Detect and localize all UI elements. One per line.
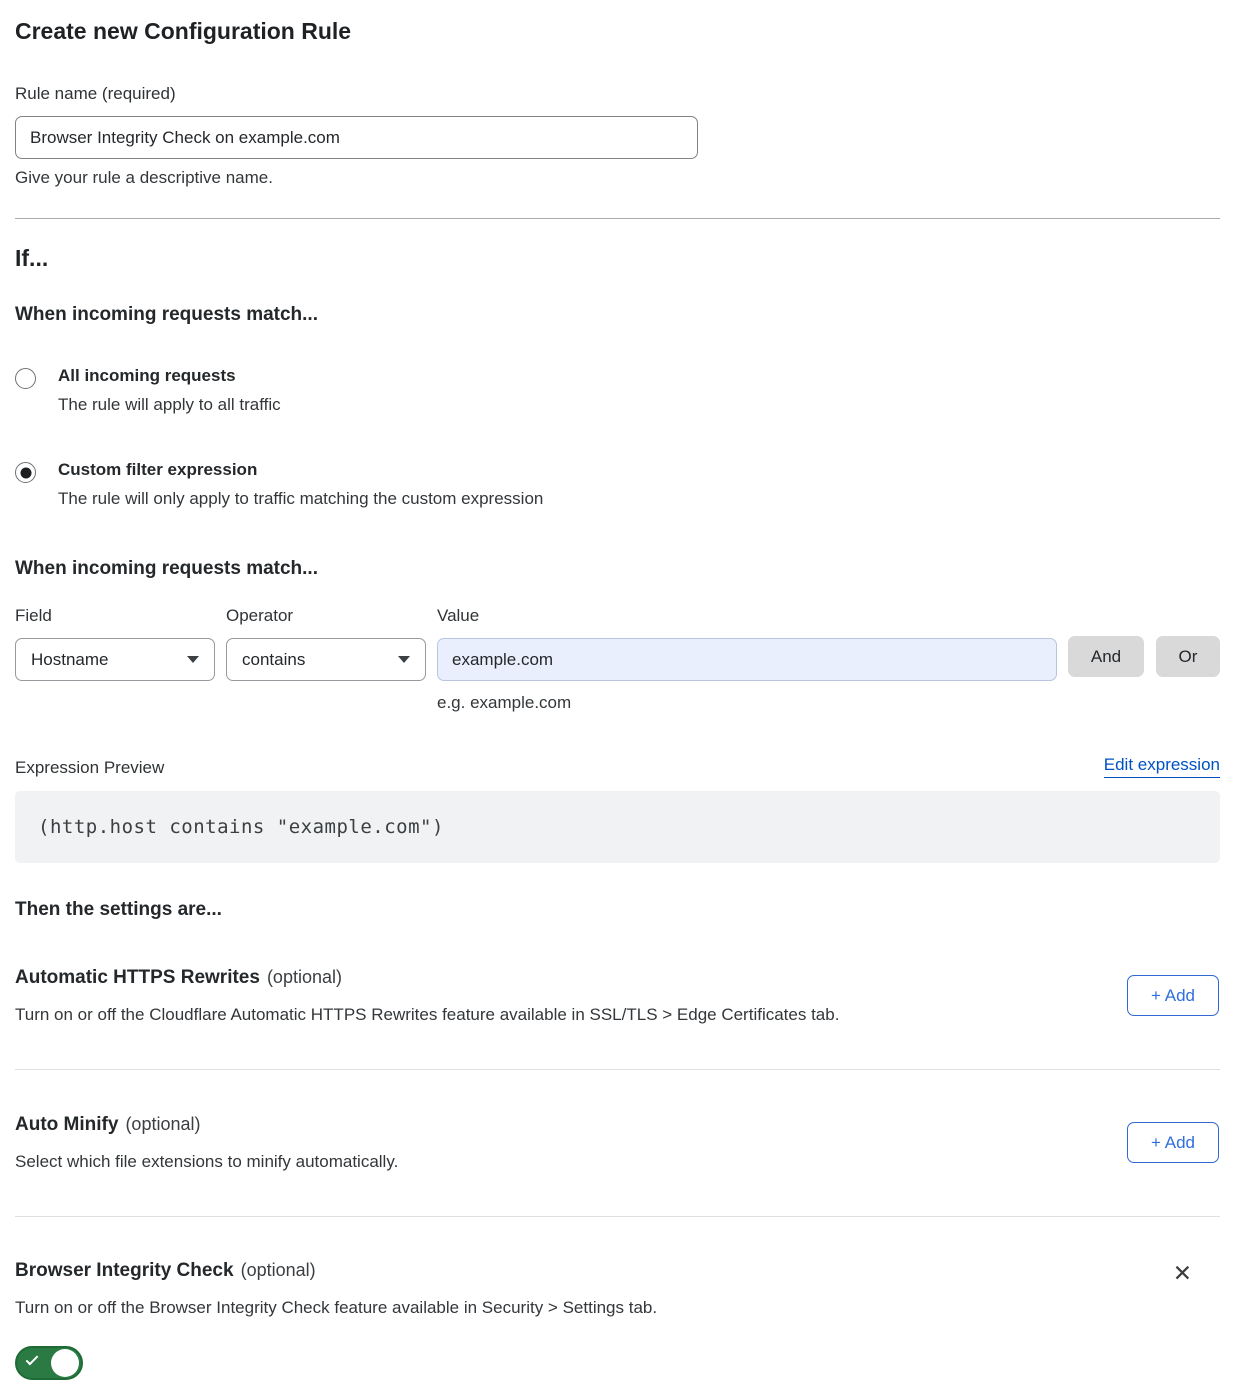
rule-name-label: Rule name (required) <box>15 84 1220 104</box>
edit-expression-link[interactable]: Edit expression <box>1104 755 1220 778</box>
field-select[interactable]: Hostname <box>15 638 215 681</box>
toggle-knob <box>51 1349 79 1377</box>
rule-name-help: Give your rule a descriptive name. <box>15 168 1220 188</box>
expression-preview-code: (http.host contains "example.com") <box>15 791 1220 863</box>
operator-select[interactable]: contains <box>226 638 426 681</box>
radio-option-label: Custom filter expression <box>58 460 543 480</box>
setting-optional-tag: (optional) <box>267 967 342 988</box>
radio-option-description: The rule will apply to all traffic <box>58 395 281 415</box>
value-hint: e.g. example.com <box>437 693 1057 713</box>
or-button[interactable]: Or <box>1156 636 1220 677</box>
and-column: And <box>1068 606 1144 677</box>
page-title: Create new Configuration Rule <box>15 18 1220 45</box>
if-heading: If... <box>15 245 1220 272</box>
radio-option-custom-filter[interactable]: Custom filter expression The rule will o… <box>15 460 1220 509</box>
operator-label: Operator <box>226 606 426 626</box>
value-label: Value <box>437 606 1057 626</box>
chevron-down-icon <box>187 656 199 663</box>
setting-auto-minify: Auto Minify (optional) Select which file… <box>15 1114 1220 1217</box>
operator-select-value: contains <box>242 650 305 670</box>
section-divider <box>15 218 1220 219</box>
expression-code-text: (http.host contains "example.com") <box>38 816 444 838</box>
or-column: Or <box>1155 606 1220 677</box>
value-input[interactable] <box>437 638 1057 681</box>
setting-browser-integrity-check: Browser Integrity Check (optional) ✕ Tur… <box>15 1260 1220 1385</box>
checkmark-icon <box>26 1353 39 1366</box>
field-label: Field <box>15 606 215 626</box>
create-configuration-rule-page: Create new Configuration Rule Rule name … <box>0 0 1237 1385</box>
radio-option-all-requests[interactable]: All incoming requests The rule will appl… <box>15 366 1220 415</box>
radio-option-description: The rule will only apply to traffic matc… <box>58 489 543 509</box>
radio-option-texts: All incoming requests The rule will appl… <box>58 366 281 415</box>
settings-heading: Then the settings are... <box>15 899 1220 921</box>
expression-preview-row: Expression Preview Edit expression <box>15 755 1220 778</box>
radio-button-selected[interactable] <box>15 462 36 483</box>
setting-title: Auto Minify <box>15 1114 118 1136</box>
expression-preview-label: Expression Preview <box>15 758 164 778</box>
value-column: Value e.g. example.com <box>437 606 1057 713</box>
setting-title-row: Auto Minify (optional) <box>15 1114 1220 1136</box>
expression-builder-row: Field Hostname Operator contains Value e… <box>15 606 1220 713</box>
browser-integrity-check-toggle[interactable] <box>15 1346 83 1380</box>
add-auto-minify-button[interactable]: + Add <box>1127 1122 1219 1163</box>
match-heading: When incoming requests match... <box>15 304 1220 326</box>
operator-column: Operator contains <box>226 606 426 681</box>
setting-divider <box>15 1216 1220 1217</box>
radio-option-label: All incoming requests <box>58 366 281 386</box>
close-icon[interactable]: ✕ <box>1173 1262 1192 1285</box>
setting-optional-tag: (optional) <box>125 1114 200 1135</box>
setting-description: Turn on or off the Browser Integrity Che… <box>15 1298 1015 1318</box>
setting-description: Select which file extensions to minify a… <box>15 1152 1015 1172</box>
setting-title: Automatic HTTPS Rewrites <box>15 967 260 989</box>
builder-heading: When incoming requests match... <box>15 558 1220 580</box>
setting-optional-tag: (optional) <box>241 1260 316 1281</box>
setting-divider <box>15 1069 1220 1070</box>
field-select-value: Hostname <box>31 650 108 670</box>
field-column: Field Hostname <box>15 606 215 681</box>
setting-title-row: Automatic HTTPS Rewrites (optional) <box>15 967 1220 989</box>
chevron-down-icon <box>398 656 410 663</box>
setting-description: Turn on or off the Cloudflare Automatic … <box>15 1005 1015 1025</box>
setting-automatic-https-rewrites: Automatic HTTPS Rewrites (optional) Turn… <box>15 967 1220 1070</box>
radio-button-unselected[interactable] <box>15 368 36 389</box>
setting-title-row: Browser Integrity Check (optional) <box>15 1260 1220 1282</box>
add-automatic-https-rewrites-button[interactable]: + Add <box>1127 975 1219 1016</box>
rule-name-input[interactable] <box>15 116 698 159</box>
and-button[interactable]: And <box>1068 636 1144 677</box>
radio-option-texts: Custom filter expression The rule will o… <box>58 460 543 509</box>
setting-title: Browser Integrity Check <box>15 1260 234 1282</box>
